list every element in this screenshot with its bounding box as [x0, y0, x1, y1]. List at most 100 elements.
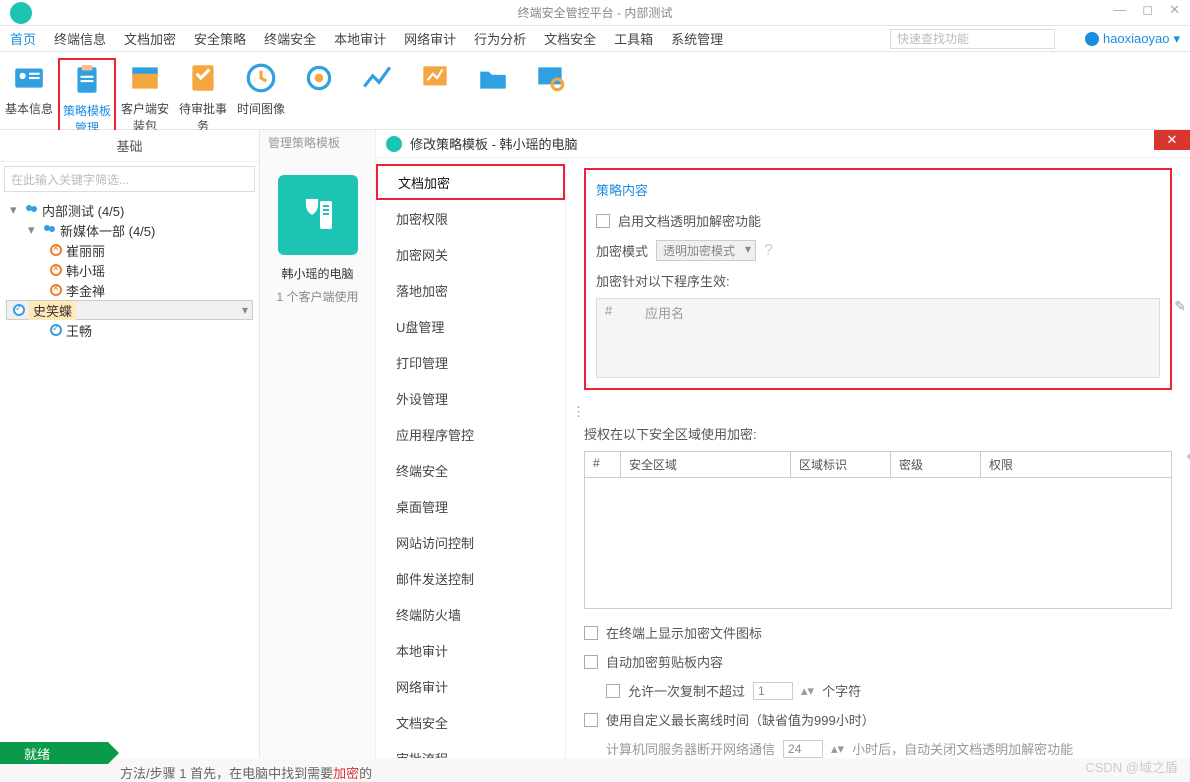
ribbon-extra-3[interactable] [406, 58, 464, 106]
copylimit-checkbox[interactable] [606, 684, 620, 698]
tree-group-label: 新媒体一部 (4/5) [60, 221, 155, 240]
drag-handle-icon[interactable]: ⋮ [572, 404, 1172, 420]
menu-security-policy[interactable]: 安全策略 [194, 29, 246, 48]
status-offline-icon [50, 284, 62, 296]
tree-person[interactable]: 李金禅 [6, 280, 253, 300]
cat-email[interactable]: 邮件发送控制 [376, 560, 565, 596]
ribbon-client-installer[interactable]: 客户端安装包 [116, 58, 174, 140]
menu-local-audit[interactable]: 本地审计 [334, 29, 386, 48]
tree-person[interactable]: 王畅 [6, 320, 253, 340]
cat-approval[interactable]: 审批流程 [376, 740, 565, 758]
bottom-text: 方法/步骤 1 首先，在电脑中找到需要加密的 [120, 763, 372, 782]
ribbon-extra-4[interactable] [464, 58, 522, 106]
status-text: 就绪 [24, 744, 50, 763]
user-avatar-icon [1085, 32, 1099, 46]
cat-peripheral[interactable]: 外设管理 [376, 380, 565, 416]
spinner-icon[interactable]: ▴▾ [801, 683, 814, 699]
cat-encrypt-gateway[interactable]: 加密网关 [376, 236, 565, 272]
offline-pre: 计算机同服务器断开网络通信 [606, 739, 775, 758]
menu-behavior[interactable]: 行为分析 [474, 29, 526, 48]
current-user[interactable]: haoxiaoyao ▾ [1085, 31, 1180, 47]
mode-select[interactable]: 透明加密模式 [656, 240, 756, 261]
cat-print[interactable]: 打印管理 [376, 344, 565, 380]
close-icon[interactable]: ✕ [1169, 2, 1180, 18]
cat-doc-encrypt[interactable]: 文档加密 [376, 164, 565, 200]
user-name: haoxiaoyao [1103, 31, 1170, 46]
tree-person[interactable]: 史笑蝶 [6, 300, 253, 320]
menu-doc-encrypt[interactable]: 文档加密 [124, 29, 176, 48]
enable-encrypt-checkbox[interactable] [596, 214, 610, 228]
cat-doc-security[interactable]: 文档安全 [376, 704, 565, 740]
category-list: 文档加密 加密权限 加密网关 落地加密 U盘管理 打印管理 外设管理 应用程序管… [376, 158, 566, 758]
status-online-icon [50, 324, 62, 336]
ribbon-time-image[interactable]: 时间图像 [232, 58, 290, 123]
dialog-close-button[interactable]: ✕ [1154, 130, 1190, 150]
template-card[interactable]: 韩小瑶的电脑 1 个客户端使用 [266, 175, 369, 305]
quick-search-input[interactable]: 快速查找功能 [890, 29, 1055, 49]
template-panel-header: 管理策略模板 [260, 130, 375, 155]
cat-local-audit[interactable]: 本地审计 [376, 632, 565, 668]
app-logo-icon [10, 2, 32, 24]
eye-icon [301, 60, 337, 96]
ribbon-label: 基本信息 [2, 100, 56, 117]
cat-encrypt-perm[interactable]: 加密权限 [376, 200, 565, 236]
status-offline-icon [50, 264, 62, 276]
cat-terminal-security[interactable]: 终端安全 [376, 452, 565, 488]
menu-doc-security[interactable]: 文档安全 [544, 29, 596, 48]
menu-network-audit[interactable]: 网络审计 [404, 29, 456, 48]
ribbon: 基本信息 策略模板管理 客户端安装包 待审批事务 时间图像 [0, 52, 1190, 130]
caret-down-icon: ▾ [10, 202, 20, 218]
tree-group[interactable]: ▾ 新媒体一部 (4/5) [6, 220, 253, 240]
clipboard-checkbox[interactable] [584, 655, 598, 669]
cat-firewall[interactable]: 终端防火墙 [376, 596, 565, 632]
tree-person[interactable]: 崔丽丽 [6, 240, 253, 260]
package-icon [127, 60, 163, 96]
users-icon [42, 223, 56, 237]
offline-hours-input[interactable]: 24 [783, 740, 823, 758]
edit-zones-icon[interactable]: ✎ [1186, 451, 1190, 468]
menu-home[interactable]: 首页 [10, 29, 36, 48]
ribbon-extra-2[interactable] [348, 58, 406, 106]
section-title: 策略内容 [596, 180, 1160, 199]
app-col-name: 应用名 [645, 303, 684, 322]
scope-label: 加密针对以下程序生效: [596, 271, 1160, 290]
cat-network-audit[interactable]: 网络审计 [376, 668, 565, 704]
zone-col-id: 区域标识 [791, 452, 891, 477]
menu-terminal-security[interactable]: 终端安全 [264, 29, 316, 48]
ribbon-pending-approval[interactable]: 待审批事务 [174, 58, 232, 140]
ribbon-extra-5[interactable] [522, 58, 580, 106]
policy-content: 策略内容 启用文档透明加解密功能 加密模式 透明加密模式 ? 加密针对以下程序生… [566, 158, 1190, 758]
offline-label: 使用自定义最长离线时间（缺省值为999小时） [606, 710, 875, 729]
zone-col-level: 密级 [891, 452, 981, 477]
app-col-num: # [605, 303, 645, 322]
users-icon [24, 203, 38, 217]
menu-toolbox[interactable]: 工具箱 [614, 29, 653, 48]
shield-clipboard-icon [278, 175, 358, 255]
offline-checkbox[interactable] [584, 713, 598, 727]
policy-dialog: 修改策略模板 - 韩小瑶的电脑 ✕ 文档加密 加密权限 加密网关 落地加密 U盘… [376, 130, 1190, 758]
clipboard-label: 自动加密剪贴板内容 [606, 652, 723, 671]
offline-suf: 小时后，自动关闭文档透明加解密功能 [852, 739, 1073, 758]
spinner-icon[interactable]: ▴▾ [831, 741, 844, 757]
minimize-icon[interactable]: — [1113, 2, 1126, 18]
cat-desktop[interactable]: 桌面管理 [376, 488, 565, 524]
user-dropdown-icon: ▾ [1173, 31, 1180, 47]
help-icon[interactable]: ? [764, 242, 773, 260]
status-offline-icon [50, 244, 62, 256]
copylimit-input[interactable]: 1 [753, 682, 793, 700]
menu-terminal-info[interactable]: 终端信息 [54, 29, 106, 48]
cat-app-control[interactable]: 应用程序管控 [376, 416, 565, 452]
edit-apps-icon[interactable]: ✎ [1174, 298, 1186, 315]
tree-person[interactable]: 韩小瑶 [6, 260, 253, 280]
cat-website[interactable]: 网站访问控制 [376, 524, 565, 560]
maximize-icon[interactable]: ◻ [1142, 2, 1153, 18]
cat-landing-encrypt[interactable]: 落地加密 [376, 272, 565, 308]
zone-table: # 安全区域 区域标识 密级 权限 [584, 451, 1172, 609]
cat-usb[interactable]: U盘管理 [376, 308, 565, 344]
ribbon-basic-info[interactable]: 基本信息 [0, 58, 58, 123]
tree-filter-input[interactable]: 在此输入关键字筛选... [4, 166, 255, 192]
ribbon-extra-1[interactable] [290, 58, 348, 106]
show-icon-checkbox[interactable] [584, 626, 598, 640]
tree-root[interactable]: ▾ 内部测试 (4/5) [6, 200, 253, 220]
menu-system[interactable]: 系统管理 [671, 29, 723, 48]
